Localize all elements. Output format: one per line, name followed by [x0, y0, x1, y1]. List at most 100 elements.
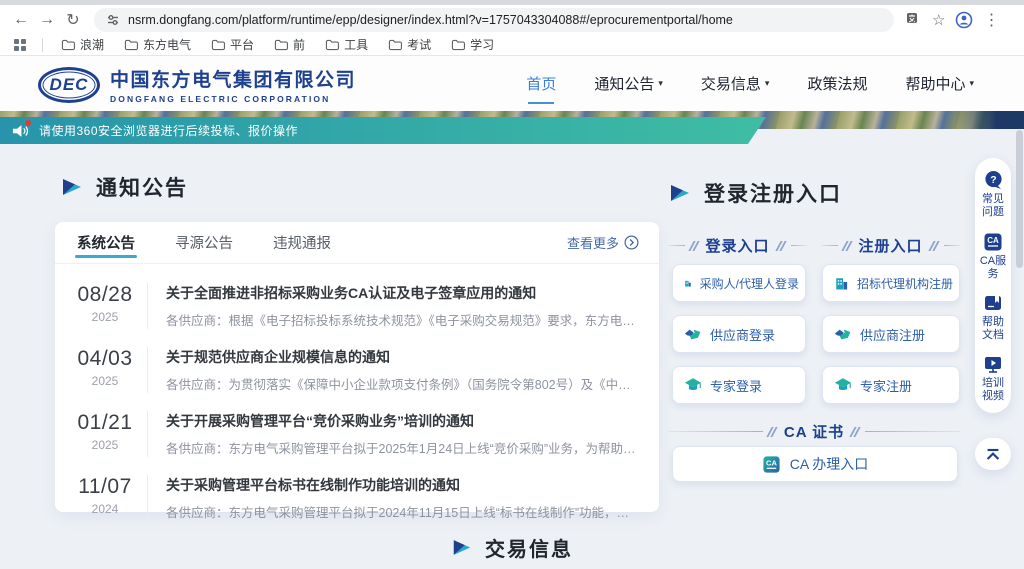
nav-policies[interactable]: 政策法规	[807, 67, 867, 100]
help-document-icon	[983, 294, 1003, 313]
question-bubble-icon: ?	[983, 170, 1004, 190]
register-group-header: 注册入口	[821, 235, 960, 256]
list-item[interactable]: 11/07 2024 关于采购管理平台标书在线制作功能培训的通知 各供应商：东方…	[63, 466, 641, 530]
chevron-up-icon	[984, 447, 1002, 462]
folder-icon	[61, 39, 75, 51]
hero-banner-image-edge	[954, 111, 1024, 129]
ca-apply-button[interactable]: CA CA 办理入口	[672, 446, 958, 482]
help-docs-shortcut[interactable]: 帮助文档	[978, 294, 1008, 342]
svg-text:CA: CA	[987, 236, 999, 245]
nav-help-center[interactable]: 帮助中心▾	[905, 67, 974, 100]
url-text[interactable]: nsrm.dongfang.com/platform/runtime/epp/d…	[128, 13, 733, 27]
supplier-register-button[interactable]: 供应商注册	[822, 315, 960, 353]
chevron-down-icon: ▾	[765, 78, 770, 89]
bookmark-folder[interactable]: 学习	[443, 34, 502, 55]
notice-title[interactable]: 关于开展采购管理平台“竞价采购业务”培训的通知	[166, 411, 641, 431]
section-title: 登录注册入口	[704, 178, 842, 208]
expert-login-button[interactable]: 专家登录	[672, 366, 806, 404]
bookmark-folder[interactable]: 前	[266, 34, 313, 55]
list-item[interactable]: 01/21 2025 关于开展采购管理平台“竞价采购业务”培训的通知 各供应商：…	[63, 402, 641, 466]
list-item[interactable]: 04/03 2025 关于规范供应商企业规模信息的通知 各供应商：为贯彻落实《保…	[63, 338, 641, 402]
page-scrollbar[interactable]	[1016, 130, 1023, 268]
notice-date: 04/03 2025	[63, 347, 147, 388]
bookmark-label: 工具	[344, 36, 368, 53]
forward-button[interactable]: →	[34, 11, 60, 29]
buyer-agent-login-button[interactable]: 采购人/代理人登录	[672, 264, 806, 302]
nav-home[interactable]: 首页	[526, 67, 556, 100]
training-videos-shortcut[interactable]: 培训视频	[978, 355, 1008, 403]
handshake-icon	[684, 327, 702, 342]
slash-decoration	[777, 241, 786, 251]
address-bar[interactable]: nsrm.dongfang.com/platform/runtime/epp/d…	[94, 8, 894, 32]
browser-toolbar: ← → ↻ nsrm.dongfang.com/platform/runtime…	[0, 5, 1024, 34]
notice-summary: 各供应商：根据《电子招标投标系统技术规范》《电子采购交易规范》要求，东方电气采购…	[166, 310, 641, 329]
notice-summary: 各供应商：东方电气采购管理平台拟于2024年11月15日上线“标书在线制作”功能…	[166, 502, 641, 521]
speaker-icon	[12, 123, 30, 139]
view-more-link[interactable]: 查看更多	[567, 233, 639, 252]
site-settings-icon[interactable]	[106, 13, 120, 27]
notices-card: 系统公告 寻源公告 违规通报 查看更多 08/28 2025 关于全面推进非招标…	[55, 222, 659, 512]
refresh-button[interactable]: ↻	[60, 10, 86, 30]
section-title: 交易信息	[485, 533, 573, 562]
folder-icon	[211, 39, 225, 51]
supplier-login-button[interactable]: 供应商登录	[672, 315, 806, 353]
bookmark-folder[interactable]: 工具	[317, 34, 376, 55]
notice-title[interactable]: 关于全面推进非招标采购业务CA认证及电子签章应用的通知	[166, 283, 641, 303]
tab-violation-reports[interactable]: 违规通报	[271, 221, 333, 264]
apps-grid-icon[interactable]	[14, 39, 26, 51]
bookmark-label: 浪潮	[80, 36, 104, 53]
nav-trade-info[interactable]: 交易信息▾	[701, 67, 770, 100]
folder-icon	[451, 39, 465, 51]
bookmark-label: 学习	[470, 36, 494, 53]
chevron-down-icon: ▾	[969, 78, 974, 89]
bookmark-star-icon[interactable]: ☆	[932, 11, 945, 29]
bookmark-folder[interactable]: 平台	[203, 34, 262, 55]
section-arrow-icon	[60, 177, 84, 197]
company-name-en: DONGFANG ELECTRIC CORPORATION	[110, 94, 356, 104]
translate-icon[interactable]	[906, 12, 922, 28]
list-item[interactable]: 08/28 2025 关于全面推进非招标采购业务CA认证及电子签章应用的通知 各…	[63, 274, 641, 338]
notice-title[interactable]: 关于规范供应商企业规模信息的通知	[166, 347, 641, 367]
slash-decoration	[843, 241, 852, 251]
svg-text:?: ?	[990, 175, 996, 186]
slash-decoration	[690, 241, 699, 251]
notice-date: 08/28 2025	[63, 283, 147, 324]
folder-icon	[388, 39, 402, 51]
faq-shortcut[interactable]: ? 常见问题	[978, 170, 1008, 219]
bookmark-label: 平台	[230, 36, 254, 53]
main-nav: 首页 通知公告▾ 交易信息▾ 政策法规 帮助中心▾	[526, 56, 974, 111]
notice-summary: 各供应商：为贯彻落实《保障中小企业款项支付条例》（国务院令第802号）及《中小企…	[166, 374, 641, 393]
section-arrow-icon	[668, 183, 692, 203]
ca-service-shortcut[interactable]: CA CA服务	[978, 232, 1008, 281]
slash-decoration	[768, 427, 777, 437]
folder-icon	[124, 39, 138, 51]
notice-date: 01/21 2025	[63, 411, 147, 452]
menu-dots-icon[interactable]: ⋮	[983, 10, 999, 30]
bookmark-folder[interactable]: 浪潮	[53, 34, 112, 55]
svg-text:CA: CA	[766, 458, 777, 467]
tab-sourcing-notices[interactable]: 寻源公告	[173, 221, 235, 264]
scholar-cap-icon	[684, 377, 702, 393]
circle-chevron-right-icon	[624, 235, 639, 250]
ca-badge-icon: CA	[983, 232, 1003, 252]
company-logo[interactable]: DEC 中国东方电气集团有限公司 DONGFANG ELECTRIC CORPO…	[38, 65, 356, 104]
video-play-icon	[983, 355, 1003, 374]
bookmarks-bar: 浪潮 东方电气 平台 前 工具 考试 学习	[0, 34, 1024, 56]
expert-register-button[interactable]: 专家注册	[822, 366, 960, 404]
notice-title[interactable]: 关于采购管理平台标书在线制作功能培训的通知	[166, 475, 641, 495]
bidding-agency-register-button[interactable]: 招标代理机构注册	[822, 264, 960, 302]
bookmark-folder[interactable]: 考试	[380, 34, 439, 55]
ca-group-header: CA 证书	[668, 421, 960, 442]
back-to-top-button[interactable]	[975, 438, 1011, 470]
bookmark-folder[interactable]: 东方电气	[116, 34, 199, 55]
folder-icon	[274, 39, 288, 51]
profile-icon[interactable]	[955, 11, 973, 29]
notice-date: 11/07 2024	[63, 475, 147, 516]
slash-decoration	[930, 241, 939, 251]
folder-icon	[325, 39, 339, 51]
browser-notice-banner: 请使用360安全浏览器进行后续投标、报价操作	[0, 117, 766, 144]
nav-notices[interactable]: 通知公告▾	[594, 67, 663, 100]
tab-system-notices[interactable]: 系统公告	[75, 221, 137, 264]
back-button[interactable]: ←	[8, 11, 34, 29]
quick-sidebar: ? 常见问题 CA CA服务 帮助文档 培训视频	[975, 158, 1011, 413]
